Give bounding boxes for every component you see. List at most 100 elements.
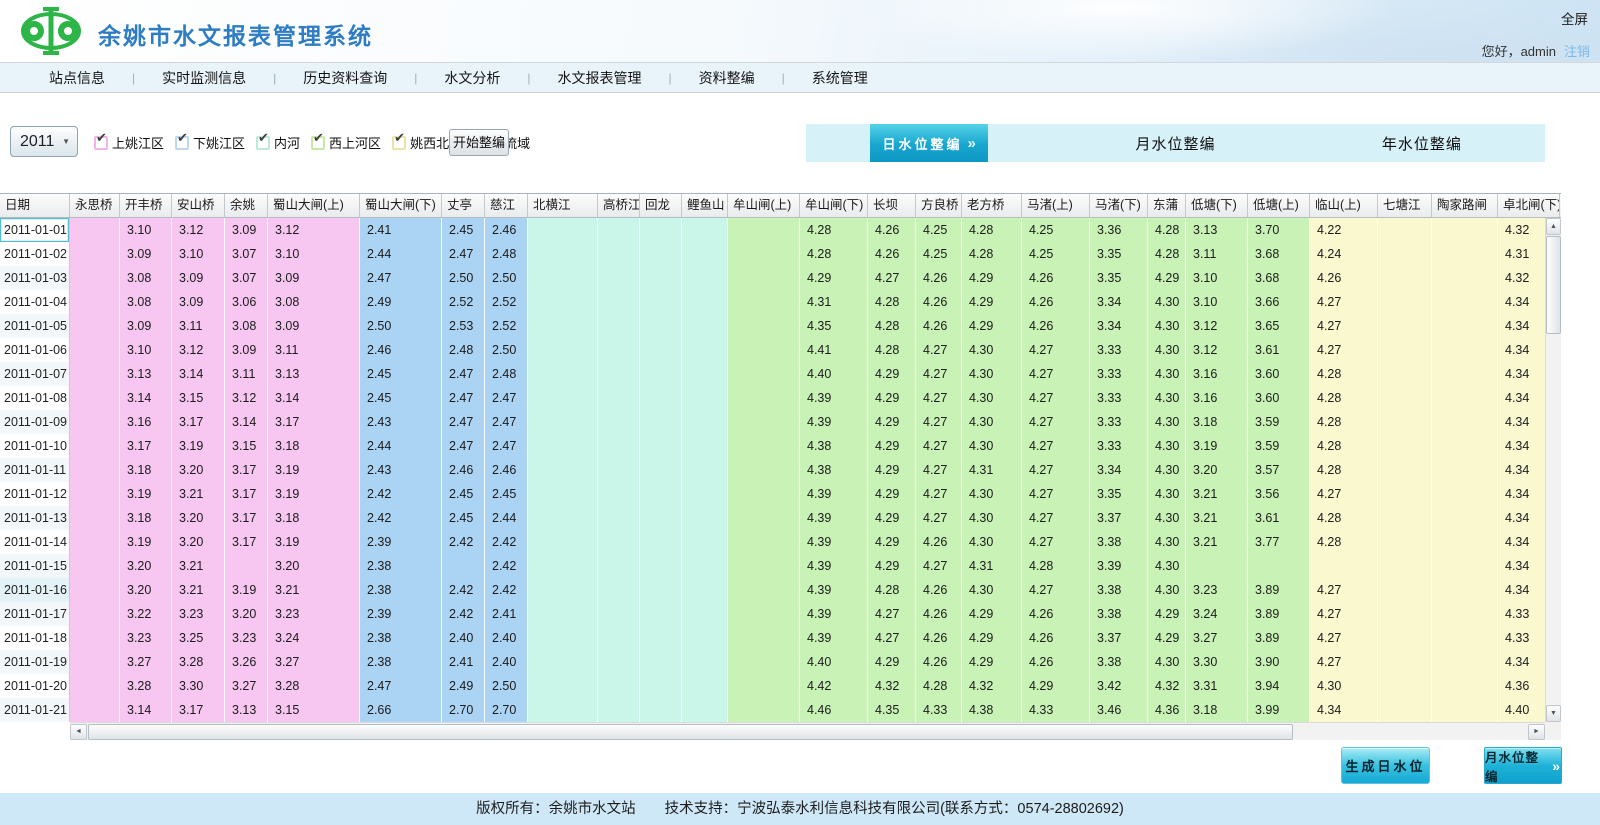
value-cell[interactable] [640, 362, 682, 386]
value-cell[interactable]: 3.89 [1248, 602, 1310, 626]
value-cell[interactable]: 4.27 [1022, 338, 1090, 362]
value-cell[interactable]: 3.33 [1090, 338, 1148, 362]
value-cell[interactable]: 3.33 [1090, 434, 1148, 458]
value-cell[interactable]: 4.40 [800, 650, 868, 674]
value-cell[interactable]: 4.27 [916, 338, 962, 362]
value-cell[interactable]: 3.15 [268, 698, 360, 722]
value-cell[interactable]: 4.29 [868, 554, 916, 578]
value-cell[interactable]: 3.20 [268, 554, 360, 578]
value-cell[interactable]: 4.29 [868, 650, 916, 674]
value-cell[interactable] [728, 626, 800, 650]
value-cell[interactable]: 2.52 [442, 290, 485, 314]
value-cell[interactable] [528, 602, 598, 626]
value-cell[interactable]: 4.29 [868, 410, 916, 434]
value-cell[interactable]: 3.13 [120, 362, 172, 386]
value-cell[interactable]: 2.42 [485, 530, 528, 554]
value-cell[interactable]: 2.52 [485, 290, 528, 314]
date-cell[interactable]: 2011-01-11 [0, 458, 70, 482]
scroll-left-icon[interactable]: ◄ [70, 724, 87, 740]
value-cell[interactable]: 4.30 [1148, 650, 1186, 674]
value-cell[interactable] [70, 698, 120, 722]
value-cell[interactable]: 4.30 [1148, 554, 1186, 578]
value-cell[interactable] [528, 554, 598, 578]
value-cell[interactable]: 4.28 [868, 338, 916, 362]
date-cell[interactable]: 2011-01-20 [0, 674, 70, 698]
generate-daily-button[interactable]: 生成日水位 [1341, 747, 1430, 784]
value-cell[interactable]: 3.56 [1248, 482, 1310, 506]
value-cell[interactable] [1432, 362, 1498, 386]
logout-link[interactable]: 注销 [1564, 44, 1590, 59]
value-cell[interactable] [70, 242, 120, 266]
value-cell[interactable]: 3.34 [1090, 314, 1148, 338]
value-cell[interactable]: 4.30 [962, 506, 1022, 530]
value-cell[interactable] [70, 626, 120, 650]
tab-monthly-water-level[interactable]: 月水位整编 [1135, 133, 1215, 154]
value-cell[interactable] [442, 554, 485, 578]
value-cell[interactable] [640, 554, 682, 578]
value-cell[interactable]: 4.30 [962, 482, 1022, 506]
value-cell[interactable]: 4.26 [868, 218, 916, 242]
value-cell[interactable]: 3.66 [1248, 290, 1310, 314]
checkbox[interactable]: ✔ [94, 136, 108, 150]
value-cell[interactable]: 4.28 [1022, 554, 1090, 578]
value-cell[interactable]: 4.27 [916, 434, 962, 458]
value-cell[interactable]: 2.42 [360, 482, 442, 506]
value-cell[interactable]: 4.26 [916, 314, 962, 338]
value-cell[interactable]: 2.45 [442, 482, 485, 506]
value-cell[interactable] [640, 338, 682, 362]
date-cell[interactable]: 2011-01-03 [0, 266, 70, 290]
value-cell[interactable]: 3.61 [1248, 338, 1310, 362]
value-cell[interactable] [640, 650, 682, 674]
value-cell[interactable]: 4.27 [868, 626, 916, 650]
value-cell[interactable]: 4.30 [962, 434, 1022, 458]
value-cell[interactable]: 4.29 [1148, 626, 1186, 650]
value-cell[interactable] [598, 218, 640, 242]
value-cell[interactable]: 3.30 [172, 674, 225, 698]
value-cell[interactable] [728, 266, 800, 290]
value-cell[interactable]: 4.27 [916, 386, 962, 410]
value-cell[interactable] [1378, 674, 1432, 698]
value-cell[interactable] [682, 338, 728, 362]
value-cell[interactable]: 4.28 [962, 218, 1022, 242]
value-cell[interactable] [682, 530, 728, 554]
value-cell[interactable]: 3.38 [1090, 602, 1148, 626]
value-cell[interactable] [728, 242, 800, 266]
value-cell[interactable]: 2.47 [485, 410, 528, 434]
date-cell[interactable]: 2011-01-14 [0, 530, 70, 554]
value-cell[interactable] [1432, 458, 1498, 482]
value-cell[interactable] [728, 338, 800, 362]
value-cell[interactable]: 3.14 [120, 386, 172, 410]
value-cell[interactable] [682, 578, 728, 602]
value-cell[interactable]: 3.23 [225, 626, 268, 650]
region-checkbox-item[interactable]: ✔下姚江区 [175, 133, 245, 152]
value-cell[interactable]: 4.27 [1310, 338, 1378, 362]
value-cell[interactable] [528, 242, 598, 266]
value-cell[interactable]: 4.39 [800, 602, 868, 626]
value-cell[interactable]: 3.21 [268, 578, 360, 602]
value-cell[interactable]: 2.47 [360, 674, 442, 698]
value-cell[interactable]: 4.26 [916, 602, 962, 626]
value-cell[interactable]: 4.30 [1148, 386, 1186, 410]
value-cell[interactable]: 3.30 [1186, 650, 1248, 674]
value-cell[interactable] [70, 554, 120, 578]
value-cell[interactable]: 2.43 [360, 458, 442, 482]
value-cell[interactable]: 4.29 [962, 290, 1022, 314]
value-cell[interactable] [682, 386, 728, 410]
value-cell[interactable] [1378, 578, 1432, 602]
value-cell[interactable] [682, 362, 728, 386]
value-cell[interactable] [1432, 482, 1498, 506]
value-cell[interactable]: 3.17 [172, 698, 225, 722]
value-cell[interactable]: 4.27 [1310, 626, 1378, 650]
value-cell[interactable] [1432, 410, 1498, 434]
date-cell[interactable]: 2011-01-16 [0, 578, 70, 602]
value-cell[interactable]: 2.43 [360, 410, 442, 434]
nav-item-1[interactable]: 站点信息 [22, 68, 132, 88]
value-cell[interactable] [728, 314, 800, 338]
value-cell[interactable]: 3.21 [172, 578, 225, 602]
value-cell[interactable]: 3.19 [268, 530, 360, 554]
value-cell[interactable] [1378, 554, 1432, 578]
value-cell[interactable] [528, 434, 598, 458]
value-cell[interactable]: 3.21 [1186, 506, 1248, 530]
value-cell[interactable]: 4.39 [800, 506, 868, 530]
value-cell[interactable]: 2.47 [442, 386, 485, 410]
